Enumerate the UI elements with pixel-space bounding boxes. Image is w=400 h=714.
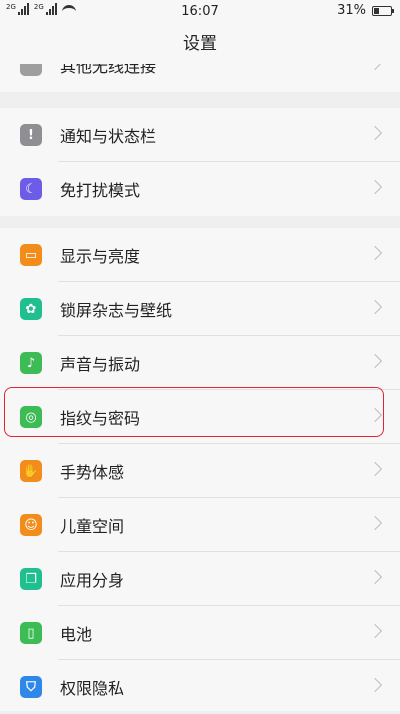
battery-icon: ▯: [20, 622, 42, 644]
settings-item-kids-space[interactable]: ☺ 儿童空间: [0, 498, 400, 552]
child-icon: ☺: [20, 514, 42, 536]
battery-percent: 31%: [337, 3, 366, 18]
speaker-icon: ♪: [20, 352, 42, 374]
settings-item-label: 手势体感: [60, 463, 125, 482]
settings-item-battery[interactable]: ▯ 电池: [0, 606, 400, 660]
settings-item-lockscreen[interactable]: ✿ 锁屏杂志与壁纸: [0, 282, 400, 336]
chevron-right-icon: [367, 677, 383, 693]
settings-item-privacy[interactable]: ⛉ 权限隐私: [0, 660, 400, 714]
settings-item-label: 锁屏杂志与壁纸: [60, 301, 173, 320]
settings-item-label: 通知与状态栏: [60, 127, 157, 146]
status-bar: 2G 2G 16:07 31%: [0, 0, 400, 24]
hand-icon: ✋: [20, 460, 42, 482]
settings-item-dnd[interactable]: ☾ 免打扰模式: [0, 162, 400, 216]
chevron-right-icon: [367, 623, 383, 639]
settings-item-notifications[interactable]: ! 通知与状态栏: [0, 108, 400, 162]
chevron-right-icon: [367, 569, 383, 585]
chevron-right-icon: [367, 64, 383, 71]
settings-item-wireless[interactable]: 其他无线连接: [0, 64, 400, 92]
chevron-right-icon: [367, 353, 383, 369]
shield-icon: ⛉: [20, 676, 42, 698]
settings-item-label: 免打扰模式: [60, 181, 141, 200]
wireless-icon: [20, 64, 42, 76]
chevron-right-icon: [367, 515, 383, 531]
settings-item-label: 应用分身: [60, 571, 125, 590]
settings-item-label: 电池: [60, 625, 93, 644]
clone-icon: ❐: [20, 568, 42, 590]
moon-icon: ☾: [20, 178, 42, 200]
battery-icon: [372, 5, 394, 16]
chevron-right-icon: [367, 461, 383, 477]
chevron-right-icon: [367, 245, 383, 261]
settings-item-display[interactable]: ▭ 显示与亮度: [0, 228, 400, 282]
settings-item-sound[interactable]: ♪ 声音与振动: [0, 336, 400, 390]
notification-icon: !: [20, 124, 42, 146]
settings-item-gesture[interactable]: ✋ 手势体感: [0, 444, 400, 498]
flower-icon: ✿: [20, 298, 42, 320]
settings-item-label: 权限隐私: [60, 679, 125, 698]
page-title: 设置: [0, 24, 400, 64]
display-icon: ▭: [20, 244, 42, 266]
settings-item-label: 其他无线连接: [60, 64, 157, 76]
section-display: ▭ 显示与亮度 ✿ 锁屏杂志与壁纸 ♪ 声音与振动 ◎ 指纹与密码 ✋ 手势体感…: [0, 228, 400, 711]
highlight-frame: [4, 387, 384, 437]
chevron-right-icon: [367, 125, 383, 141]
chevron-right-icon: [367, 179, 383, 195]
settings-item-label: 声音与振动: [60, 355, 141, 374]
settings-item-app-clone[interactable]: ❐ 应用分身: [0, 552, 400, 606]
settings-item-label: 儿童空间: [60, 517, 125, 536]
section-notifications: ! 通知与状态栏 ☾ 免打扰模式: [0, 108, 400, 216]
section-wireless: 其他无线连接: [0, 64, 400, 92]
settings-item-label: 显示与亮度: [60, 247, 141, 266]
chevron-right-icon: [367, 299, 383, 315]
